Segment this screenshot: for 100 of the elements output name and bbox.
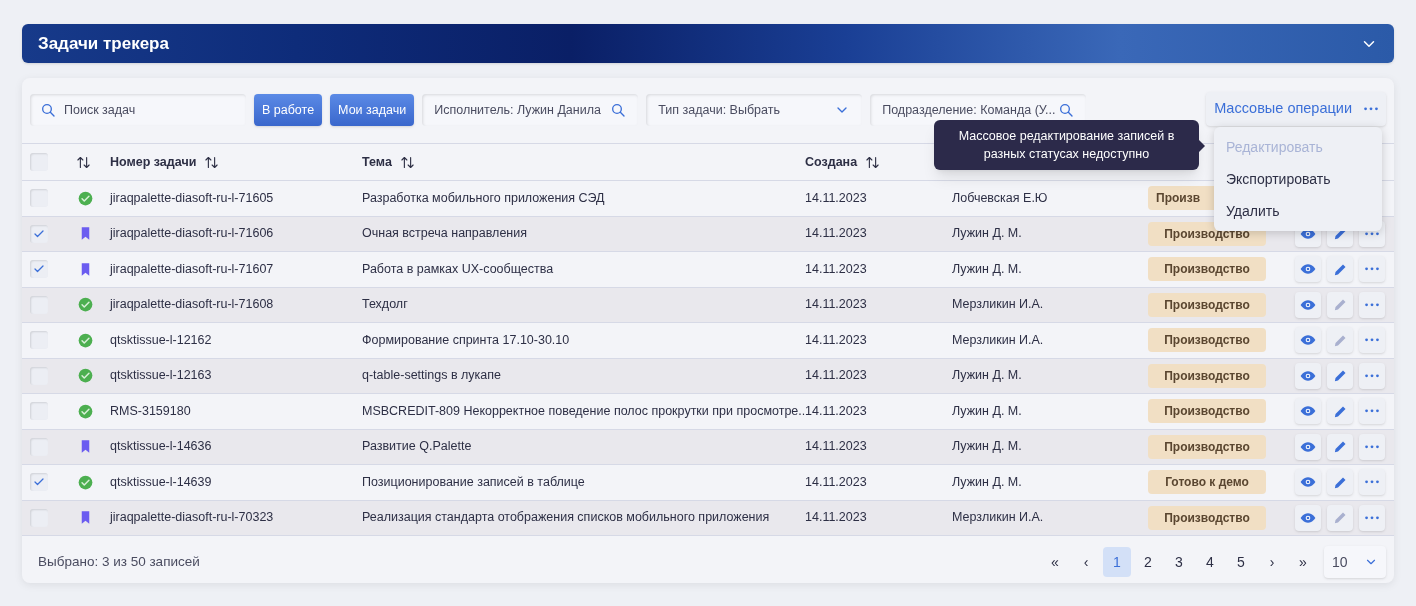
tooltip-pointer xyxy=(1199,140,1205,152)
view-button[interactable] xyxy=(1295,256,1321,283)
table-cell-text: 14.11.2023 xyxy=(805,438,868,456)
search-field[interactable]: Поиск задач xyxy=(30,94,246,126)
check-circle-icon xyxy=(78,190,93,206)
sort-icon[interactable] xyxy=(76,154,91,170)
table-cell-text: MSBCREDIT-809 Некорректное поведение полос прокрутки при просмотре.. xyxy=(362,402,805,420)
table-cell-text: Очная встреча направления xyxy=(362,225,528,243)
page-button[interactable]: 3 xyxy=(1165,547,1193,577)
more-icon xyxy=(1365,409,1379,414)
table-cell-text: Реализация стандарта отображения списков мобильного приложения xyxy=(362,509,771,527)
more-icon xyxy=(1365,444,1379,449)
checkbox[interactable] xyxy=(30,437,48,456)
column-header: Тема xyxy=(362,153,392,171)
checkbox[interactable] xyxy=(30,153,48,171)
more-icon xyxy=(1365,302,1379,307)
table-cell-text: 14.11.2023 xyxy=(805,367,868,385)
page-button[interactable]: 4 xyxy=(1196,547,1224,577)
checkbox[interactable] xyxy=(30,295,48,314)
table-cell-text: Разработка мобильного приложения СЭД xyxy=(362,189,606,207)
status-badge: Производство xyxy=(1148,292,1266,317)
edit-button[interactable] xyxy=(1327,469,1353,496)
panel-title: Задачи трекера xyxy=(38,32,169,55)
checkbox[interactable] xyxy=(30,331,48,350)
column-header: Номер задачи xyxy=(110,153,197,171)
table-cell-text: 14.11.2023 xyxy=(805,189,868,207)
edit-button[interactable] xyxy=(1327,362,1353,389)
page-button[interactable]: 1 xyxy=(1103,547,1131,577)
search-icon xyxy=(40,102,56,118)
check-circle-icon xyxy=(78,474,93,490)
status-badge: Производство xyxy=(1148,399,1266,424)
selection-count: Выбрано: 3 из 50 записей xyxy=(38,552,200,571)
table-cell-text: Мерзликин И.А. xyxy=(952,331,1045,349)
view-button[interactable] xyxy=(1295,504,1321,531)
more-icon xyxy=(1365,480,1379,485)
table-cell-text: 14.11.2023 xyxy=(805,509,868,527)
table-cell-text: jiraqpalette-diasoft-ru-l-71607 xyxy=(110,260,275,278)
more-icon xyxy=(1365,267,1379,272)
status-badge: Производство xyxy=(1148,434,1266,459)
table-cell-text: Работа в рамках UX-сообщества xyxy=(362,260,555,278)
edit-button[interactable] xyxy=(1327,256,1353,283)
table-cell-text: Лобчевская Е.Ю xyxy=(952,189,1049,207)
view-button[interactable] xyxy=(1295,327,1321,354)
check-circle-icon xyxy=(78,368,93,384)
table-cell-text: Мерзликин И.А. xyxy=(952,509,1045,527)
view-button[interactable] xyxy=(1295,433,1321,460)
filter-field[interactable]: Исполнитель: Лужин Данила xyxy=(422,94,639,126)
search-icon xyxy=(1058,102,1075,118)
next-page-button[interactable]: › xyxy=(1258,547,1286,577)
page-button[interactable]: 2 xyxy=(1134,547,1162,577)
status-badge: Готово к демо xyxy=(1148,470,1266,495)
tooltip: Массовое редактирование записей в разных статусах недоступно xyxy=(934,120,1199,170)
edit-button[interactable] xyxy=(1327,398,1353,425)
checkbox[interactable] xyxy=(30,402,48,421)
table-cell-text: 14.11.2023 xyxy=(805,402,868,420)
page-size-select[interactable]: 10 xyxy=(1324,546,1386,578)
checkbox[interactable] xyxy=(30,189,48,208)
filter-toggle-button[interactable]: В работе xyxy=(254,94,323,126)
status-badge: Производство xyxy=(1148,363,1266,388)
checkbox[interactable] xyxy=(30,473,48,492)
table-cell-text: Позиционирование записей в таблице xyxy=(362,473,586,491)
more-icon xyxy=(1365,373,1379,378)
page-button[interactable]: 5 xyxy=(1227,547,1255,577)
pencil-icon xyxy=(1332,510,1348,526)
check-circle-icon xyxy=(78,297,93,313)
table-cell-text: jiraqpalette-diasoft-ru-l-71605 xyxy=(110,189,275,207)
sort-icon[interactable] xyxy=(204,154,220,170)
checkbox[interactable] xyxy=(30,260,48,279)
table-cell-text: Лужин Д. М. xyxy=(952,402,1023,420)
previous-page-button[interactable]: ‹ xyxy=(1072,547,1100,577)
table-cell-text: qtsktissue-l-14639 xyxy=(110,473,213,491)
table-cell-text: jiraqpalette-diasoft-ru-l-70323 xyxy=(110,509,275,527)
table-cell-text: 14.11.2023 xyxy=(805,473,868,491)
view-button[interactable] xyxy=(1295,469,1321,496)
bulk-operations-button[interactable]: Массовые операции xyxy=(1206,92,1386,126)
table-cell-text: Мерзликин И.А. xyxy=(952,296,1045,314)
select-field[interactable]: Тип задачи: Выбрать xyxy=(646,94,863,126)
pencil-icon xyxy=(1332,368,1348,384)
view-button[interactable] xyxy=(1295,398,1321,425)
pencil-icon xyxy=(1332,297,1348,313)
check-circle-icon xyxy=(78,403,93,419)
view-button[interactable] xyxy=(1295,291,1321,318)
table-cell-text: RMS-3159180 xyxy=(110,402,192,420)
first-page-button[interactable]: « xyxy=(1041,547,1069,577)
table-cell-text: 14.11.2023 xyxy=(805,331,868,349)
filter-toggle-button[interactable]: Мои задачи xyxy=(330,94,415,126)
sort-icon[interactable] xyxy=(399,154,415,170)
checkbox[interactable] xyxy=(30,224,48,243)
view-button[interactable] xyxy=(1295,362,1321,389)
table-cell-text: qtsktissue-l-12163 xyxy=(110,367,213,385)
more-icon xyxy=(1365,231,1379,236)
checkbox[interactable] xyxy=(30,366,48,385)
table-cell-text: Лужин Д. М. xyxy=(952,260,1023,278)
search-icon xyxy=(610,102,627,118)
table-cell-text: Лужин Д. М. xyxy=(952,473,1023,491)
more-icon xyxy=(1365,515,1379,520)
sort-icon[interactable] xyxy=(865,154,881,170)
edit-button[interactable] xyxy=(1327,433,1353,460)
checkbox[interactable] xyxy=(30,508,48,527)
last-page-button[interactable]: » xyxy=(1289,547,1317,577)
